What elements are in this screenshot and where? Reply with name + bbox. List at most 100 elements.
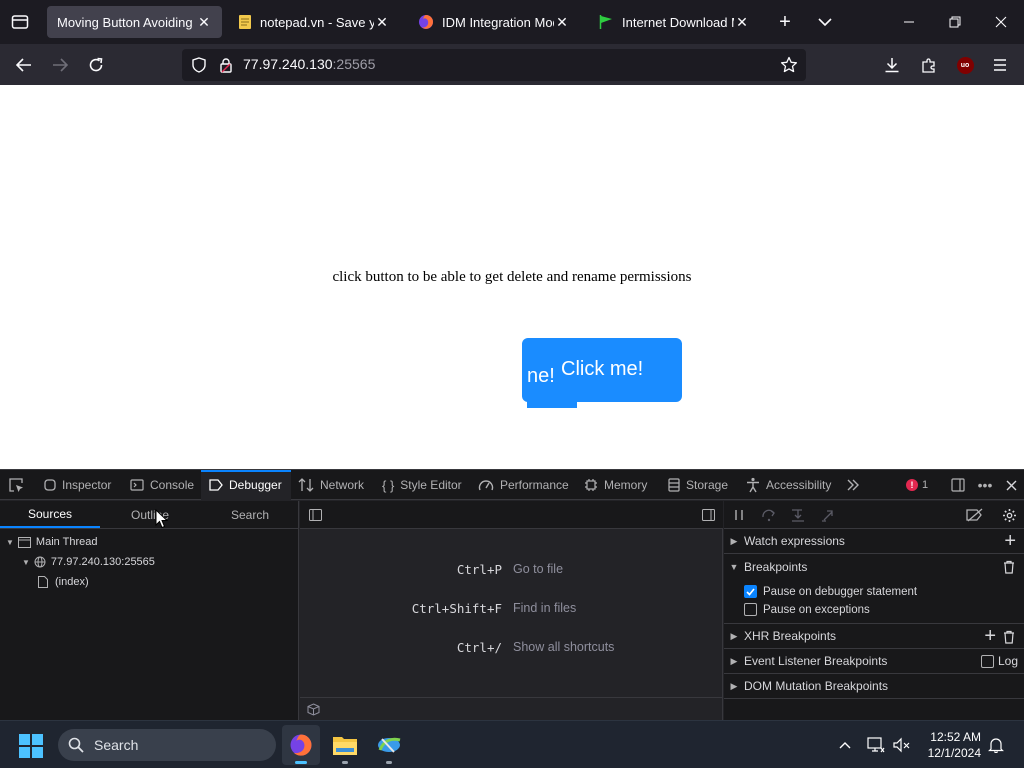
step-out-button[interactable] (820, 508, 836, 522)
shortcut-find-in-files[interactable]: Ctrl+Shift+F Find in files (300, 601, 723, 619)
watch-expressions-header[interactable]: ▶ Watch expressions + (724, 529, 1024, 554)
minimize-icon (904, 21, 914, 23)
start-button[interactable] (18, 733, 44, 759)
close-icon (995, 16, 1007, 28)
tree-label: (index) (55, 576, 89, 588)
chevron-right-icon: ▶ (730, 680, 738, 691)
devtools-options-button[interactable]: ••• (974, 476, 996, 494)
step-in-button[interactable] (790, 508, 806, 522)
trash-icon[interactable] (1003, 560, 1015, 574)
forward-button[interactable] (48, 53, 72, 77)
close-icon[interactable]: ✕ (374, 14, 390, 30)
tab-moving-button[interactable]: Moving Button Avoiding M ✕ (47, 6, 222, 38)
ignore-source-button[interactable] (306, 702, 320, 716)
notifications-button[interactable] (986, 735, 1006, 755)
editor-pane: Ctrl+P Go to file Ctrl+Shift+F Find in f… (300, 501, 723, 721)
tab-internet-download-manager[interactable]: Internet Download Mana ✕ (588, 6, 760, 38)
tab-outline[interactable]: Outline (100, 501, 200, 528)
taskbar-firefox[interactable] (282, 725, 320, 765)
trash-icon[interactable] (1003, 630, 1015, 644)
accessibility-icon (746, 477, 760, 493)
close-window-button[interactable] (982, 8, 1020, 36)
close-devtools-button[interactable] (1002, 476, 1020, 494)
tab-label: Memory (604, 478, 648, 492)
checkbox-unchecked[interactable] (744, 603, 757, 616)
element-picker-button[interactable] (6, 475, 26, 495)
tab-sources[interactable]: Sources (0, 501, 100, 528)
tab-idm-integration[interactable]: IDM Integration Module ✕ (408, 6, 580, 38)
volume-tray-button[interactable] (892, 735, 912, 755)
tab-memory[interactable]: Memory (578, 470, 653, 500)
downloads-button[interactable] (880, 53, 904, 77)
event-listener-breakpoints-header[interactable]: ▶ Event Listener Breakpoints Log (724, 649, 1024, 674)
checkbox-label: Pause on exceptions (763, 603, 870, 616)
forward-arrow-icon (53, 58, 68, 72)
plus-icon[interactable]: + (984, 625, 996, 648)
restore-button[interactable] (936, 8, 974, 36)
breakpoints-header[interactable]: ▼ Breakpoints (724, 554, 1024, 579)
click-me-button[interactable]: ne! Click me! (522, 338, 682, 402)
show-hidden-icons-button[interactable] (836, 736, 854, 754)
url-bar[interactable]: 77.97.240.130:25565 (182, 49, 806, 81)
dock-toggle-button[interactable] (948, 476, 968, 494)
close-icon[interactable]: ✕ (554, 14, 570, 30)
reload-button[interactable] (84, 53, 108, 77)
xhr-breakpoints-header[interactable]: ▶ XHR Breakpoints + (724, 623, 1024, 649)
toggle-sources-button[interactable] (308, 508, 322, 522)
download-icon (885, 58, 899, 73)
close-icon[interactable]: ✕ (734, 14, 750, 30)
list-all-tabs-button[interactable] (814, 11, 836, 33)
tab-label: Debugger (229, 478, 282, 492)
pause-button[interactable] (732, 508, 746, 522)
taskbar-file-explorer[interactable] (326, 725, 364, 765)
shortcut-go-to-file[interactable]: Ctrl+P Go to file (300, 562, 723, 580)
inspector-icon (44, 479, 56, 491)
lock-icon[interactable] (219, 57, 233, 73)
tab-search[interactable]: Search (200, 501, 300, 528)
tab-accessibility[interactable]: Accessibility (740, 470, 837, 500)
tab-notepad[interactable]: notepad.vn - Save your ✕ (228, 6, 400, 38)
taskbar-idm[interactable] (370, 725, 408, 765)
pause-on-exceptions-checkbox[interactable]: Pause on exceptions (744, 603, 870, 616)
extensions-button[interactable] (917, 53, 941, 77)
close-icon[interactable]: ✕ (196, 14, 212, 30)
restore-icon (949, 16, 961, 28)
tab-network[interactable]: Network (292, 470, 370, 500)
bookmark-star-icon[interactable] (780, 56, 798, 74)
more-tools-button[interactable] (842, 475, 864, 495)
pause-on-debugger-checkbox[interactable]: Pause on debugger statement (744, 585, 917, 598)
error-count-badge[interactable]: ! 1 (906, 477, 928, 493)
clock[interactable]: 12:52 AM 12/1/2024 (928, 729, 981, 761)
dom-mutation-breakpoints-header[interactable]: ▶ DOM Mutation Breakpoints (724, 674, 1024, 699)
plus-icon[interactable]: + (1004, 530, 1016, 553)
log-checkbox[interactable]: Log (980, 654, 1018, 668)
debugger-settings-button[interactable] (1000, 507, 1018, 523)
checkbox-unchecked[interactable] (980, 654, 994, 668)
tab-storage[interactable]: Storage (662, 470, 734, 500)
tab-style-editor[interactable]: { } Style Editor (376, 470, 468, 500)
url-host: 77.97.240.130 (243, 56, 333, 72)
shield-icon[interactable] (191, 57, 207, 73)
step-over-button[interactable] (761, 508, 777, 522)
deactivate-breakpoints-button[interactable] (966, 507, 984, 523)
tree-item-index[interactable]: (index) (38, 576, 89, 588)
checkbox-checked[interactable] (744, 585, 757, 598)
shortcut-show-all[interactable]: Ctrl+/ Show all shortcuts (300, 640, 723, 658)
firefox-view-button[interactable] (8, 11, 32, 33)
tab-inspector[interactable]: Inspector (36, 470, 119, 500)
tab-debugger[interactable]: Debugger (201, 470, 291, 500)
new-tab-button[interactable]: + (774, 11, 796, 33)
back-button[interactable] (12, 53, 36, 77)
toggle-breakpoints-pane-button[interactable] (701, 508, 715, 522)
tree-item-main-thread[interactable]: ▼ Main Thread (6, 536, 97, 548)
menu-button[interactable] (988, 53, 1012, 77)
panel-label: Watch expressions (744, 534, 845, 548)
shortcut-desc: Show all shortcuts (513, 640, 615, 654)
taskbar-search[interactable]: Search (58, 729, 276, 761)
minimize-button[interactable] (890, 8, 928, 36)
tab-performance[interactable]: Performance (472, 470, 575, 500)
tab-console[interactable]: Console (122, 470, 202, 500)
network-tray-button[interactable] (866, 735, 886, 755)
tree-item-host[interactable]: ▼ 77.97.240.130:25565 (22, 556, 155, 568)
ublock-extension-button[interactable]: uo (953, 53, 977, 77)
